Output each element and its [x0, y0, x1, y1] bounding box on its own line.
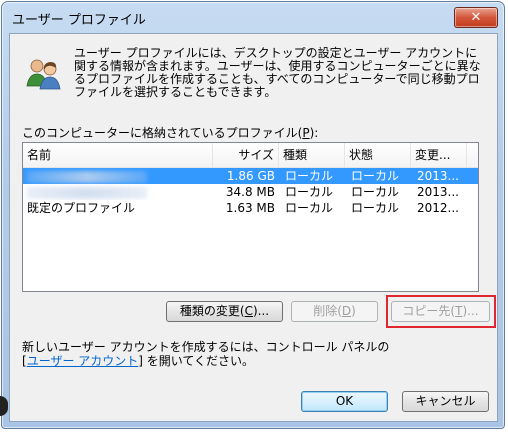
row-type-cell: ローカル: [285, 201, 334, 215]
user-accounts-link[interactable]: ユーザー アカウント: [27, 354, 139, 368]
row-size-cell: 34.8 MB: [225, 185, 275, 199]
row-size-cell: 1.63 MB: [225, 201, 275, 215]
users-icon: [26, 59, 61, 90]
redacted-name: [27, 170, 147, 183]
delete-button[interactable]: 削除(D): [291, 301, 378, 322]
title-bar[interactable]: ユーザー プロファイル ✕: [2, 2, 504, 32]
close-button[interactable]: ✕: [454, 7, 498, 28]
row-name-cell: [23, 168, 213, 184]
ok-button[interactable]: OK: [301, 391, 388, 412]
column-header-name[interactable]: 名前: [23, 143, 213, 167]
redacted-name: [27, 186, 147, 199]
create-account-note: 新しいユーザー アカウントを作成するには、コントロール パネルの [ユーザー ア…: [22, 340, 389, 368]
change-type-button[interactable]: 種類の変更(C)...: [166, 301, 283, 322]
profile-list-label: このコンピューターに格納されているプロファイル(P):: [22, 126, 319, 140]
row-type-cell: ローカル: [285, 169, 334, 183]
column-header-size[interactable]: サイズ: [213, 143, 279, 167]
row-type-cell: ローカル: [285, 185, 334, 199]
row-name-cell: 既定のプロファイル: [27, 201, 136, 215]
row-name-cell: [23, 184, 213, 200]
table-row[interactable]: 既定のプロファイル 1.63 MB ローカル ローカル 2012...: [23, 200, 478, 216]
table-row[interactable]: 34.8 MB ローカル ローカル 2013...: [23, 184, 478, 200]
column-header-modified[interactable]: 変更...: [411, 143, 467, 167]
dialog-client-area: ユーザー プロファイルには、デスクトップの設定とユーザー アカウントに関する情報…: [9, 33, 498, 422]
column-header-status[interactable]: 状態: [345, 143, 411, 167]
row-status-cell: ローカル: [351, 185, 400, 199]
row-modified-cell: 2013...: [417, 169, 459, 183]
note-line-2: [ユーザー アカウント] を開いてください。: [22, 354, 255, 368]
row-size-cell: 1.86 GB: [226, 169, 275, 183]
note-line-1: 新しいユーザー アカウントを作成するには、コントロール パネルの: [22, 340, 390, 354]
column-header-type[interactable]: 種類: [279, 143, 345, 167]
cancel-button[interactable]: キャンセル: [402, 391, 489, 412]
row-status-cell: ローカル: [351, 169, 400, 183]
window-title: ユーザー プロファイル: [12, 13, 146, 28]
profile-list[interactable]: 名前 サイズ 種類 状態 変更... 1.86 GB ローカル ローカル 201…: [22, 142, 479, 292]
dialog-window: ユーザー プロファイル ✕ ユーザー プロファイルには、デスクトップの設定とユー…: [1, 1, 505, 429]
close-icon: ✕: [470, 10, 482, 25]
description-text: ユーザー プロファイルには、デスクトップの設定とユーザー アカウントに関する情報…: [74, 46, 481, 99]
row-modified-cell: 2013...: [417, 185, 459, 199]
table-row[interactable]: 1.86 GB ローカル ローカル 2013...: [23, 168, 478, 184]
list-header: 名前 サイズ 種類 状態 変更...: [23, 143, 478, 168]
highlight-box: [386, 295, 496, 328]
row-status-cell: ローカル: [351, 201, 400, 215]
row-modified-cell: 2012...: [417, 201, 459, 215]
column-header-spacer: [467, 143, 478, 167]
